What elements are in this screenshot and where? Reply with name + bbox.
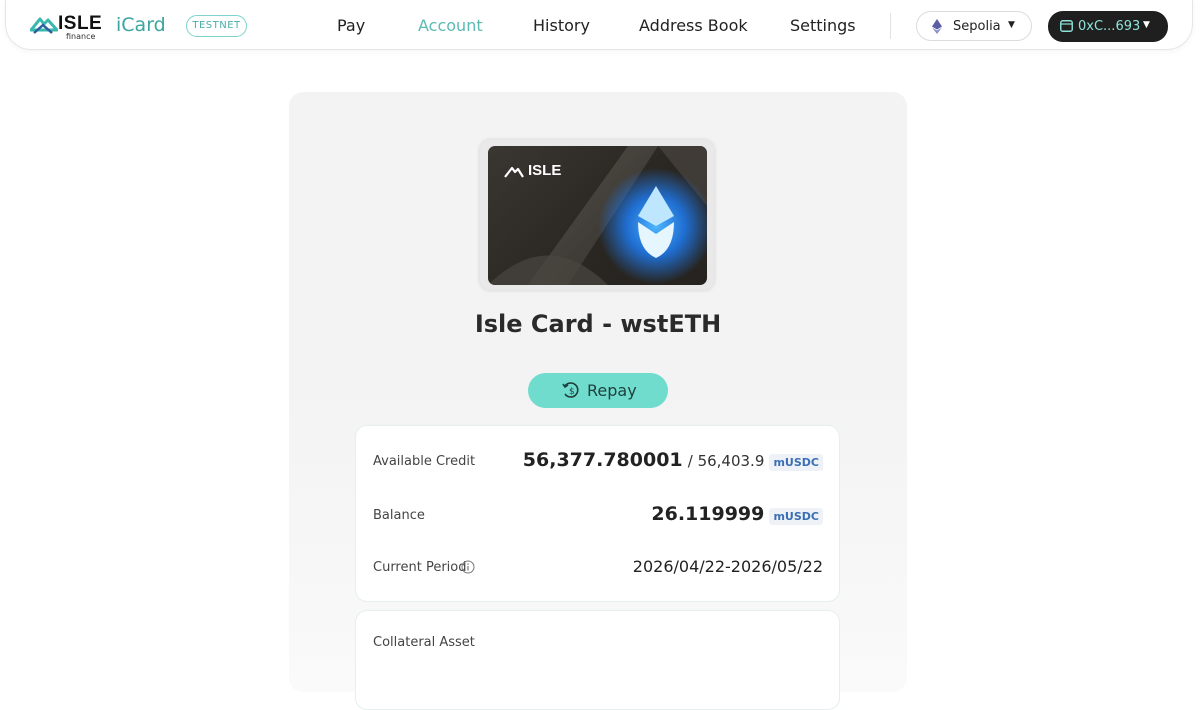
card-panel: ISLE Isle Card - wstETH $ Repay Availabl… [289, 92, 907, 710]
balance-label: Balance [373, 508, 425, 523]
unit-badge: mUSDC [769, 454, 823, 471]
current-period-value: 2026/04/22-2026/05/22 [632, 557, 823, 576]
nav-settings[interactable]: Settings [790, 16, 856, 35]
credit-info-card: Available Credit 56,377.780001 / 56,403.… [355, 425, 840, 602]
balance-value: 26.119999 [651, 503, 765, 525]
card-frame: ISLE [480, 140, 714, 290]
credit-limit: / 56,403.9 [687, 452, 765, 470]
current-period-label: Current Period [373, 560, 467, 575]
top-navbar: ISLE finance iCard TESTNET Pay Account H… [5, 0, 1193, 50]
product-name: iCard [116, 14, 166, 36]
available-credit-value: 56,377.780001 [522, 449, 683, 471]
card-brand-text: ISLE [528, 162, 562, 179]
isle-card-logo-icon [504, 166, 524, 178]
unit-badge: mUSDC [769, 508, 823, 525]
available-credit-row: 56,377.780001 / 56,403.9 mUSDC [523, 449, 823, 471]
wallet-address: 0xC...693 [1078, 19, 1141, 34]
available-credit-label: Available Credit [373, 454, 476, 469]
nav-account[interactable]: Account [418, 16, 483, 35]
nav-pay[interactable]: Pay [337, 16, 365, 35]
nav-divider [890, 13, 891, 39]
wallet-icon [1060, 20, 1073, 32]
network-selector[interactable]: Sepolia ▼ [916, 11, 1032, 41]
nav-history[interactable]: History [533, 16, 590, 35]
info-icon[interactable] [461, 560, 475, 574]
isle-card-image: ISLE [488, 146, 707, 285]
repay-button[interactable]: $ Repay [528, 373, 668, 408]
collateral-card: Collateral Asset [355, 610, 840, 710]
nav-address-book[interactable]: Address Book [639, 16, 748, 35]
isle-finance-logo[interactable]: ISLE finance [30, 11, 102, 43]
ethereum-icon [932, 19, 942, 34]
network-label: Sepolia [953, 19, 1001, 34]
collateral-asset-label: Collateral Asset [373, 635, 475, 650]
wallet-button[interactable]: 0xC...693 ▼ [1048, 11, 1168, 42]
repay-label: Repay [587, 381, 637, 400]
chevron-down-icon: ▼ [1008, 20, 1015, 30]
repay-icon: $ [562, 382, 579, 398]
testnet-badge: TESTNET [186, 15, 247, 37]
logo-subtext: finance [66, 32, 96, 41]
isle-mountain-icon [30, 17, 58, 34]
balance-row: 26.119999 mUSDC [651, 503, 823, 525]
chevron-down-icon: ▼ [1143, 20, 1150, 30]
svg-text:$: $ [569, 387, 575, 397]
card-title: Isle Card - wstETH [474, 310, 722, 338]
